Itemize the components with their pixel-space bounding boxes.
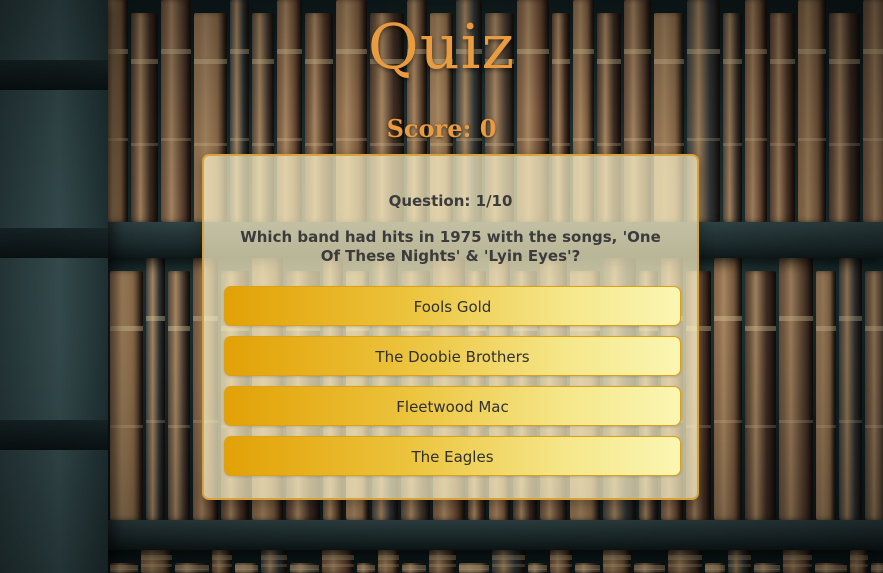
question-text: Which band had hits in 1975 with the son… — [240, 228, 661, 265]
answer-list: Fools Gold The Doobie Brothers Fleetwood… — [224, 286, 681, 486]
question-card: Question: 1/10 Which band had hits in 19… — [202, 154, 699, 500]
question-counter: Question: 1/10 — [388, 192, 513, 210]
answer-button-1[interactable]: Fools Gold — [224, 286, 681, 326]
page-title: Quiz — [367, 10, 516, 83]
score-value: 0 — [479, 114, 497, 143]
answer-button-3[interactable]: Fleetwood Mac — [224, 386, 681, 426]
answer-button-2[interactable]: The Doobie Brothers — [224, 336, 681, 376]
answer-button-4[interactable]: The Eagles — [224, 436, 681, 476]
score-display: Score: 0 — [0, 114, 883, 143]
score-label: Score: — [386, 114, 480, 143]
